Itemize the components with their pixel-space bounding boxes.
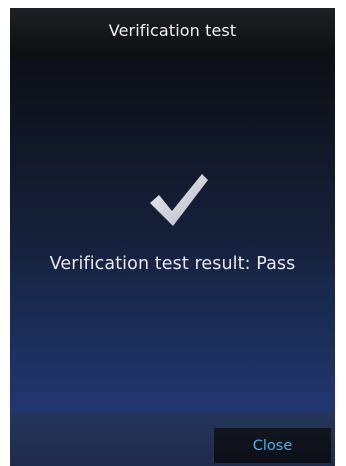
checkmark-icon: [146, 168, 210, 232]
footer-bar: Close: [10, 412, 335, 466]
close-button-label: Close: [252, 437, 293, 454]
title-bar: Verification test: [10, 8, 335, 58]
verification-result-text: Verification test result: Pass: [49, 254, 296, 274]
page-title: Verification test: [108, 20, 237, 40]
verification-dialog: Verification test Verification test resu…: [10, 8, 335, 466]
close-button[interactable]: Close: [213, 427, 331, 463]
